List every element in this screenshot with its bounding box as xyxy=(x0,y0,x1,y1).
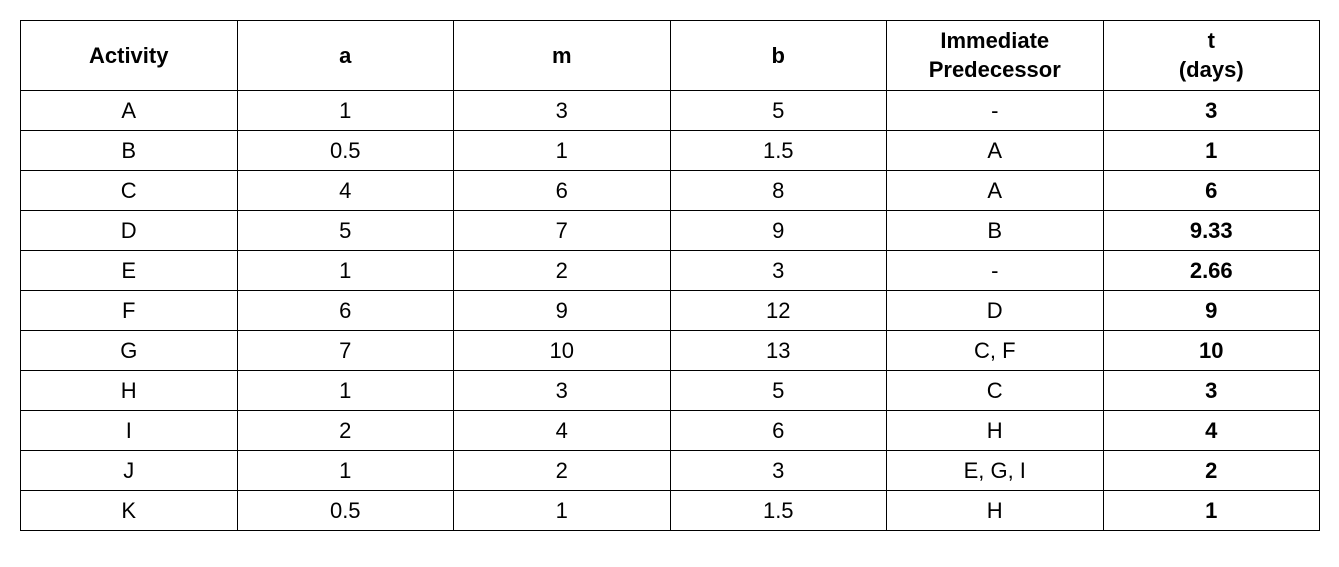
header-t: t (days) xyxy=(1103,21,1320,91)
cell-m: 1 xyxy=(454,491,671,531)
table-body: A135-3B0.511.5A1C468A6D579B9.33E123-2.66… xyxy=(21,91,1320,531)
cell-a: 0.5 xyxy=(237,131,454,171)
table-row: I246H4 xyxy=(21,411,1320,451)
table-row: G71013C, F10 xyxy=(21,331,1320,371)
cell-activity: E xyxy=(21,251,238,291)
table-row: B0.511.5A1 xyxy=(21,131,1320,171)
cell-m: 2 xyxy=(454,451,671,491)
cell-t: 3 xyxy=(1103,91,1320,131)
table-row: C468A6 xyxy=(21,171,1320,211)
cell-activity: C xyxy=(21,171,238,211)
cell-m: 9 xyxy=(454,291,671,331)
cell-a: 1 xyxy=(237,91,454,131)
cell-m: 2 xyxy=(454,251,671,291)
cell-b: 13 xyxy=(670,331,887,371)
cell-m: 3 xyxy=(454,371,671,411)
header-m: m xyxy=(454,21,671,91)
cell-activity: F xyxy=(21,291,238,331)
cell-activity: I xyxy=(21,411,238,451)
cell-t: 2.66 xyxy=(1103,251,1320,291)
cell-b: 6 xyxy=(670,411,887,451)
header-predecessor-line2: Predecessor xyxy=(929,56,1061,85)
cell-b: 5 xyxy=(670,91,887,131)
header-activity: Activity xyxy=(21,21,238,91)
cell-t: 10 xyxy=(1103,331,1320,371)
cell-predecessor: C xyxy=(887,371,1104,411)
header-predecessor-line1: Immediate xyxy=(940,27,1049,56)
cell-a: 1 xyxy=(237,251,454,291)
cell-a: 7 xyxy=(237,331,454,371)
cell-predecessor: H xyxy=(887,491,1104,531)
cell-activity: D xyxy=(21,211,238,251)
cell-predecessor: D xyxy=(887,291,1104,331)
cell-activity: J xyxy=(21,451,238,491)
cell-b: 1.5 xyxy=(670,491,887,531)
cell-t: 4 xyxy=(1103,411,1320,451)
cell-t: 9 xyxy=(1103,291,1320,331)
table-header-row: Activity a m b Immediate Predecessor t (… xyxy=(21,21,1320,91)
header-a: a xyxy=(237,21,454,91)
cell-a: 5 xyxy=(237,211,454,251)
cell-b: 8 xyxy=(670,171,887,211)
cell-m: 10 xyxy=(454,331,671,371)
cell-t: 6 xyxy=(1103,171,1320,211)
cell-activity: G xyxy=(21,331,238,371)
cell-t: 9.33 xyxy=(1103,211,1320,251)
activity-table: Activity a m b Immediate Predecessor t (… xyxy=(20,20,1320,531)
table-row: K0.511.5H1 xyxy=(21,491,1320,531)
table-row: E123-2.66 xyxy=(21,251,1320,291)
cell-predecessor: H xyxy=(887,411,1104,451)
cell-activity: A xyxy=(21,91,238,131)
cell-b: 3 xyxy=(670,451,887,491)
cell-predecessor: B xyxy=(887,211,1104,251)
cell-m: 6 xyxy=(454,171,671,211)
cell-t: 3 xyxy=(1103,371,1320,411)
cell-b: 12 xyxy=(670,291,887,331)
table-row: D579B9.33 xyxy=(21,211,1320,251)
cell-b: 1.5 xyxy=(670,131,887,171)
cell-b: 9 xyxy=(670,211,887,251)
cell-predecessor: A xyxy=(887,171,1104,211)
cell-a: 1 xyxy=(237,371,454,411)
cell-a: 0.5 xyxy=(237,491,454,531)
header-b: b xyxy=(670,21,887,91)
table-row: A135-3 xyxy=(21,91,1320,131)
cell-activity: H xyxy=(21,371,238,411)
cell-predecessor: - xyxy=(887,251,1104,291)
cell-t: 2 xyxy=(1103,451,1320,491)
cell-predecessor: - xyxy=(887,91,1104,131)
header-t-line2: (days) xyxy=(1179,56,1244,85)
cell-t: 1 xyxy=(1103,491,1320,531)
table-row: F6912D9 xyxy=(21,291,1320,331)
cell-t: 1 xyxy=(1103,131,1320,171)
cell-a: 6 xyxy=(237,291,454,331)
cell-b: 3 xyxy=(670,251,887,291)
cell-a: 1 xyxy=(237,451,454,491)
cell-activity: K xyxy=(21,491,238,531)
table-row: J123E, G, I2 xyxy=(21,451,1320,491)
cell-activity: B xyxy=(21,131,238,171)
cell-a: 4 xyxy=(237,171,454,211)
cell-predecessor: C, F xyxy=(887,331,1104,371)
cell-m: 4 xyxy=(454,411,671,451)
cell-a: 2 xyxy=(237,411,454,451)
cell-m: 1 xyxy=(454,131,671,171)
cell-m: 7 xyxy=(454,211,671,251)
header-predecessor: Immediate Predecessor xyxy=(887,21,1104,91)
header-t-line1: t xyxy=(1208,27,1215,56)
cell-m: 3 xyxy=(454,91,671,131)
cell-predecessor: E, G, I xyxy=(887,451,1104,491)
cell-predecessor: A xyxy=(887,131,1104,171)
table-row: H135C3 xyxy=(21,371,1320,411)
cell-b: 5 xyxy=(670,371,887,411)
